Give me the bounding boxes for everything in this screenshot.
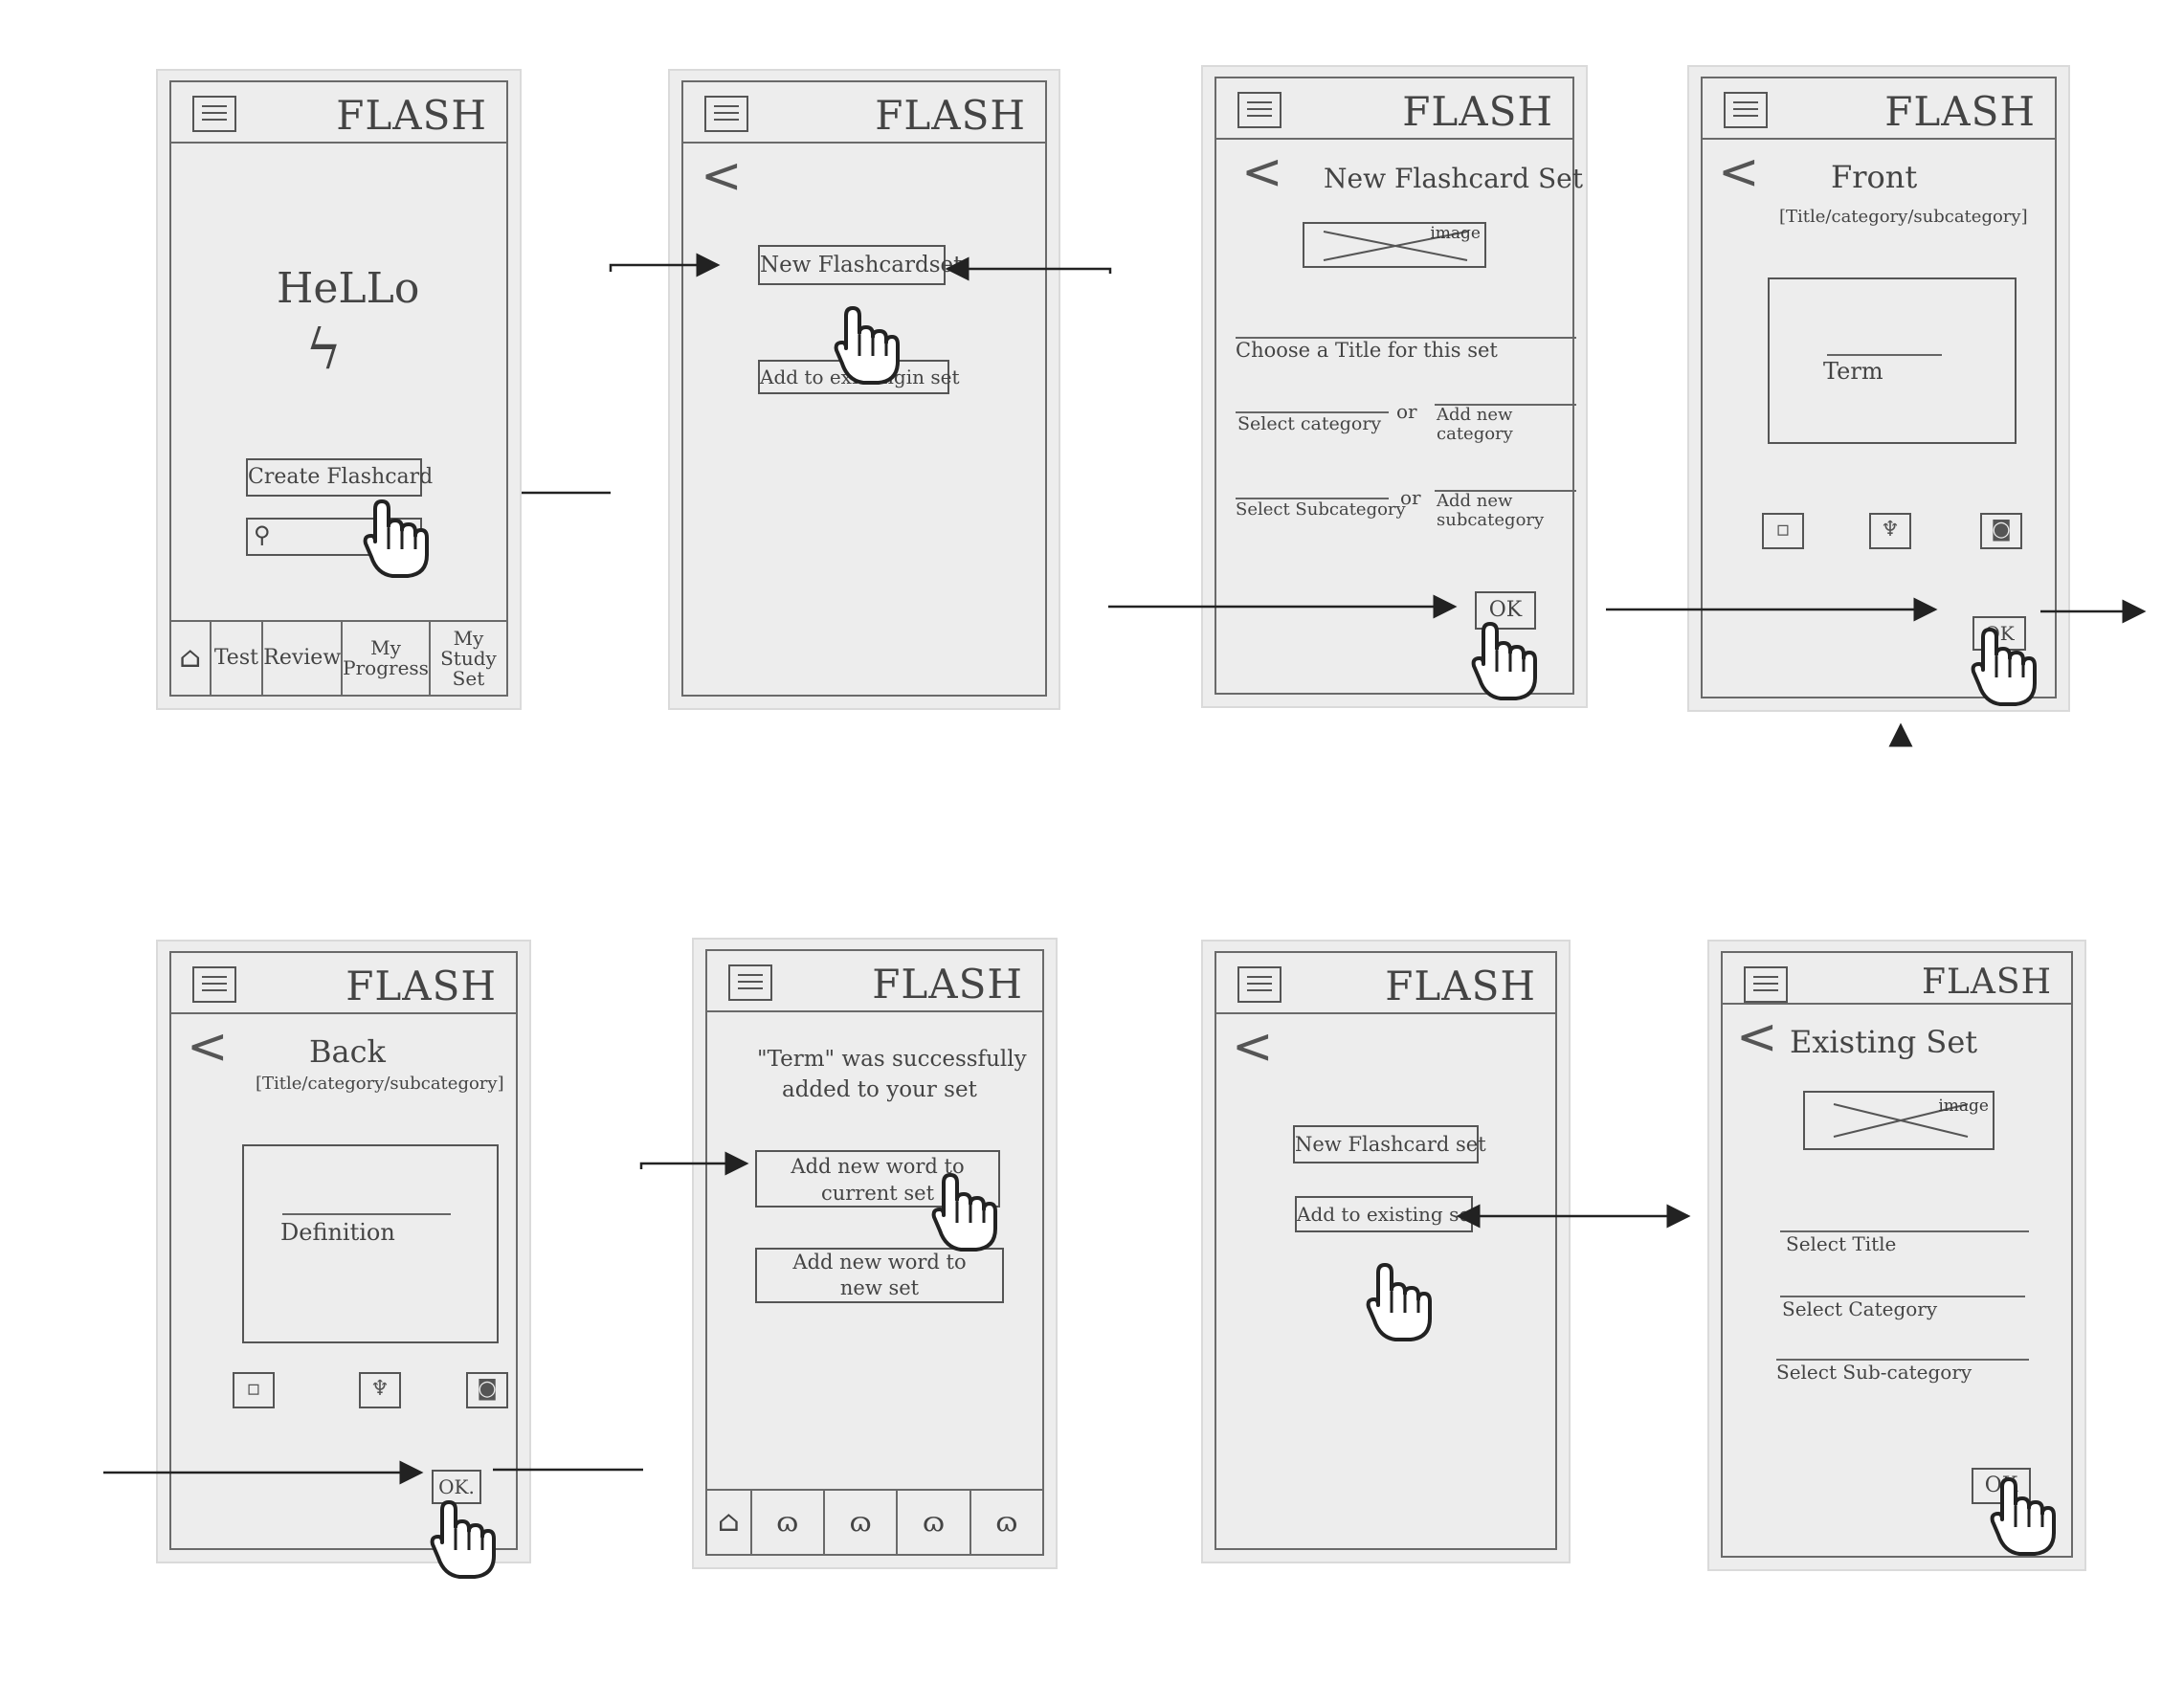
- pointer-hand-icon: [1366, 1263, 1432, 1341]
- flow-overlay: [103, 253, 2147, 1579]
- pointer-hand-icon: [834, 306, 900, 385]
- pointer-hand-icon: [1990, 1477, 2056, 1556]
- pointer-hand-icon: [1971, 628, 2037, 706]
- flow-arrow: [945, 256, 1112, 281]
- flow-arrow: [639, 1151, 749, 1176]
- pointer-hand-icon: [363, 499, 429, 578]
- pointer-hand-icon: [430, 1500, 496, 1579]
- pointer-hand-icon: [1471, 622, 1537, 700]
- pointer-hand-icon: [931, 1173, 997, 1252]
- flow-arrow: [609, 253, 721, 277]
